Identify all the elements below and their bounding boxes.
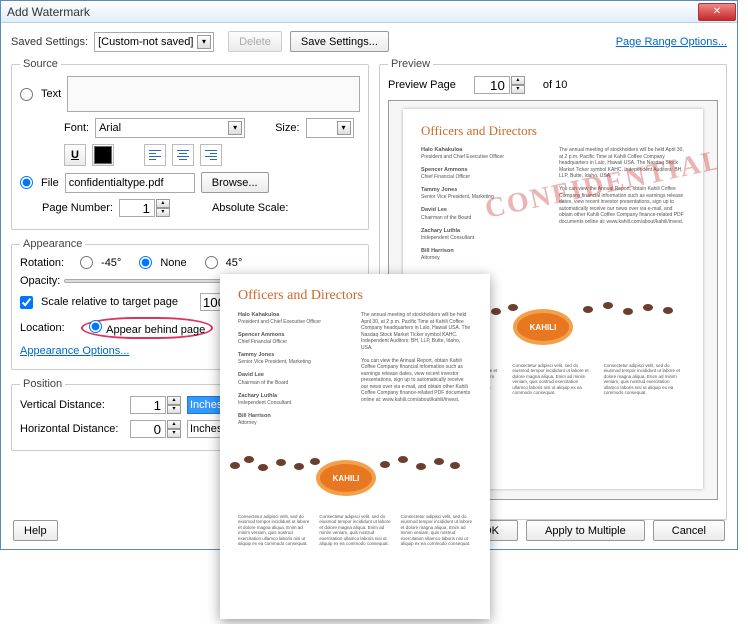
doc-heading: Officers and Directors [421,123,685,139]
save-settings-button[interactable]: Save Settings... [290,31,389,52]
floating-document-preview: Officers and Directors Halo KahakuloaPre… [220,274,490,619]
doc-col-left: Halo KahakuloaPresident and Chief Execut… [238,312,349,426]
up-icon[interactable]: ▴ [511,76,525,85]
rotation-none-label: None [160,257,186,269]
underline-icon[interactable]: U [64,144,86,166]
chevron-down-icon: ▾ [197,35,211,49]
up-icon[interactable]: ▴ [167,420,181,429]
kahili-logo-icon: KAHILI [316,460,376,496]
delete-button: Delete [228,31,282,52]
preview-of-label: of 10 [543,79,567,91]
down-icon[interactable]: ▾ [511,85,525,94]
vertical-unit-value: Inches [190,399,222,411]
doc-heading: Officers and Directors [238,288,472,304]
preview-legend: Preview [388,58,433,70]
rotation-label: Rotation: [20,257,64,269]
up-icon[interactable]: ▴ [167,396,181,405]
text-radio-label: Text [41,88,61,100]
apply-to-multiple-button[interactable]: Apply to Multiple [526,520,645,541]
file-radio-label: File [41,177,59,189]
page-number-value[interactable] [119,199,155,217]
chevron-down-icon: ▾ [228,121,242,135]
position-legend: Position [20,378,65,390]
vertical-distance-value[interactable] [130,396,166,414]
window-title: Add Watermark [7,5,698,19]
align-right-icon[interactable] [200,144,222,166]
preview-page-value[interactable] [474,76,510,94]
horizontal-distance-label: Horizontal Distance: [20,423,124,435]
align-center-icon[interactable] [172,144,194,166]
scale-relative-label: Scale relative to target page [41,296,178,308]
close-icon[interactable]: ✕ [698,3,736,21]
source-legend: Source [20,58,61,70]
appearance-legend: Appearance [20,238,85,250]
rotation-neg45-radio[interactable] [80,256,93,269]
rotation-neg45-label: -45° [101,257,121,269]
file-input[interactable] [65,173,195,193]
vertical-distance-label: Vertical Distance: [20,399,124,411]
titlebar: Add Watermark ✕ [1,1,737,23]
preview-page-label: Preview Page [388,79,456,91]
source-group: Source Text Font: Arial ▾ Size: [11,58,369,230]
font-value: Arial [99,122,121,134]
down-icon[interactable]: ▾ [167,429,181,438]
doc-col-right: The annual meeting of stockholders will … [361,312,472,426]
help-button[interactable]: Help [13,520,58,541]
location-label: Location: [20,322,65,334]
font-label: Font: [64,122,89,134]
down-icon[interactable]: ▾ [167,405,181,414]
location-behind-highlight: Appear behind page [81,317,214,339]
text-color-icon[interactable] [92,144,114,166]
cancel-button[interactable]: Cancel [653,520,725,541]
page-number-stepper[interactable]: ▴▾ [119,199,170,217]
size-label: Size: [275,122,299,134]
file-radio[interactable] [20,176,33,189]
text-input[interactable] [67,76,360,112]
browse-button[interactable]: Browse... [201,172,269,193]
absolute-scale-label: Absolute Scale: [212,202,288,214]
horizontal-distance-stepper[interactable]: ▴▾ [130,420,181,438]
chevron-down-icon: ▾ [337,121,351,135]
font-select[interactable]: Arial ▾ [95,118,245,138]
saved-settings-label: Saved Settings: [11,36,88,48]
saved-settings-select[interactable]: [Custom-not saved] ▾ [94,32,214,52]
location-behind-radio[interactable] [89,320,102,333]
page-number-label: Page Number: [42,202,113,214]
horizontal-unit-value: Inches [190,423,222,435]
kahili-logo-icon: KAHILI [513,309,573,345]
text-radio[interactable] [20,88,33,101]
page-range-options-link[interactable]: Page Range Options... [616,36,727,48]
appearance-options-link[interactable]: Appearance Options... [20,345,129,357]
vertical-distance-stepper[interactable]: ▴▾ [130,396,181,414]
doc-body-text: Consectetur adipisci velit, sed do eiusm… [238,514,472,546]
horizontal-distance-value[interactable] [130,420,166,438]
scale-relative-checkbox[interactable] [20,296,33,309]
rotation-none-radio[interactable] [139,256,152,269]
preview-page-stepper[interactable]: ▴▾ [474,76,525,94]
saved-settings-value: [Custom-not saved] [98,36,193,48]
rotation-45-radio[interactable] [205,256,218,269]
opacity-label: Opacity: [20,275,58,287]
rotation-45-label: 45° [226,257,243,269]
up-icon[interactable]: ▴ [156,199,170,208]
location-behind-label: Appear behind page [106,324,205,336]
down-icon[interactable]: ▾ [156,208,170,217]
font-size-select[interactable]: ▾ [306,118,354,138]
align-left-icon[interactable] [144,144,166,166]
